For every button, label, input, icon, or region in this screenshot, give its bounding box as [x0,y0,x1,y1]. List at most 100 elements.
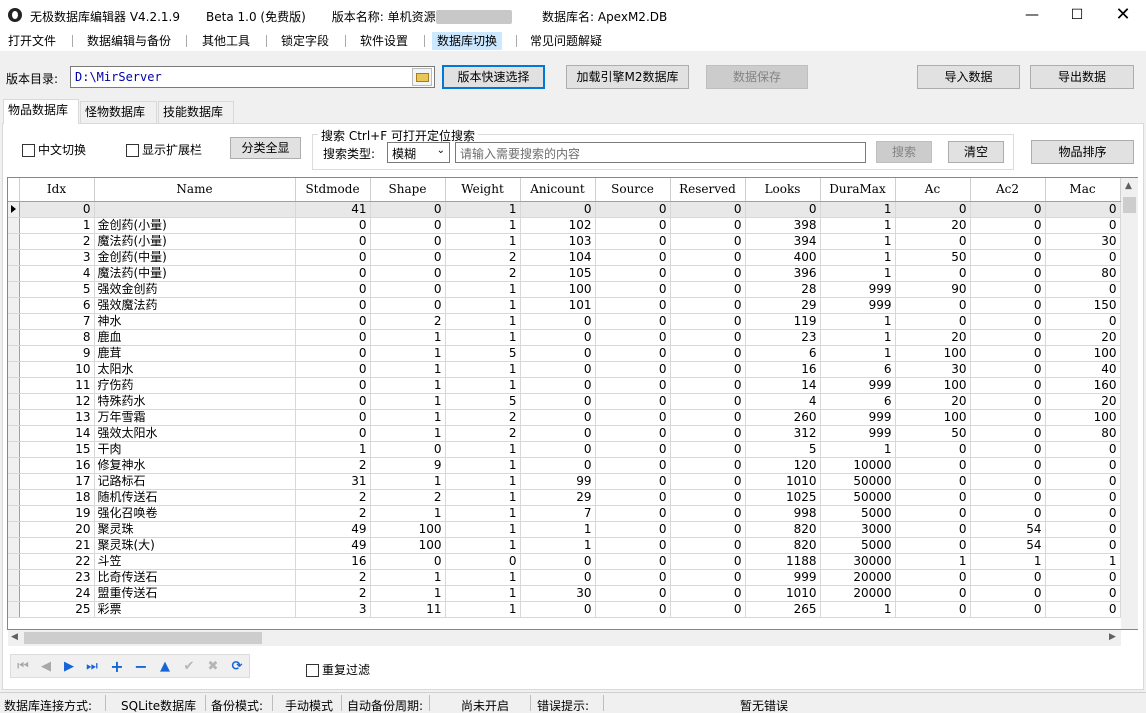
cell-source[interactable]: 0 [595,425,671,442]
cell-shape[interactable]: 1 [370,473,446,490]
menu-open-file[interactable]: 打开文件 [3,32,61,50]
cell-anicount[interactable]: 100 [520,281,596,298]
cell-looks[interactable]: 396 [745,265,821,282]
cell-looks[interactable]: 1025 [745,489,821,506]
cell-name[interactable]: 强效魔法药 [94,297,296,314]
col-ac2-header[interactable]: Ac2 [970,178,1046,202]
item-data-grid[interactable]: Idx Name Stdmode Shape Weight Anicount Source R… [7,177,1138,630]
table-row[interactable]: 20 聚灵珠 49 100 1 1 0 0 820 3000 0 54 0 [8,521,1121,538]
cell-reserved[interactable]: 0 [670,265,746,282]
cell-reserved[interactable]: 0 [670,345,746,362]
row-indicator[interactable] [8,345,20,362]
cell-source[interactable]: 0 [595,457,671,474]
cell-ac2[interactable]: 0 [970,569,1046,586]
cell-idx[interactable]: 12 [19,393,95,410]
cell-mac[interactable]: 0 [1045,249,1121,266]
cell-source[interactable]: 0 [595,569,671,586]
cell-weight[interactable]: 1 [445,313,521,330]
cell-mac[interactable]: 20 [1045,329,1121,346]
cell-looks[interactable]: 4 [745,393,821,410]
cell-idx[interactable]: 11 [19,377,95,394]
cell-shape[interactable]: 0 [370,265,446,282]
cell-ac2[interactable]: 0 [970,313,1046,330]
cell-duramax[interactable]: 30000 [820,553,896,570]
cell-ac2[interactable]: 0 [970,601,1046,618]
cell-anicount[interactable]: 0 [520,553,596,570]
row-indicator[interactable] [8,489,20,506]
cell-weight[interactable]: 1 [445,377,521,394]
table-row[interactable]: 4 魔法药(中量) 0 0 2 105 0 0 396 1 0 0 80 [8,265,1121,282]
cell-ac2[interactable]: 0 [970,425,1046,442]
close-button[interactable]: ✕ [1100,0,1146,31]
cell-weight[interactable]: 2 [445,425,521,442]
cell-stdmode[interactable]: 16 [295,553,371,570]
cell-weight[interactable]: 0 [445,553,521,570]
cell-source[interactable]: 0 [595,297,671,314]
cancel-edit-icon[interactable]: ✖ [202,657,224,677]
cell-ac2[interactable]: 0 [970,329,1046,346]
export-data-button[interactable]: 导出数据 [1030,65,1134,89]
load-engine-db-button[interactable]: 加载引擎M2数据库 [566,65,689,89]
cell-shape[interactable]: 0 [370,249,446,266]
cell-looks[interactable]: 820 [745,537,821,554]
col-duramax-header[interactable]: DuraMax [820,178,896,202]
cell-anicount[interactable]: 102 [520,217,596,234]
cell-name[interactable]: 随机传送石 [94,489,296,506]
cell-stdmode[interactable]: 0 [295,393,371,410]
search-input[interactable]: 请输入需要搜索的内容 [455,142,866,163]
cell-weight[interactable]: 1 [445,441,521,458]
cell-name[interactable]: 聚灵珠(大) [94,537,296,554]
vertical-scrollbar[interactable]: ▲ [1121,178,1138,629]
minimize-button[interactable]: — [1009,0,1055,31]
cell-ac2[interactable]: 54 [970,521,1046,538]
table-row[interactable]: 22 斗笠 16 0 0 0 0 0 1188 30000 1 1 1 [8,553,1121,570]
cell-source[interactable]: 0 [595,537,671,554]
cell-looks[interactable]: 119 [745,313,821,330]
cell-anicount[interactable]: 29 [520,489,596,506]
cell-ac[interactable]: 0 [895,505,971,522]
cell-mac[interactable]: 0 [1045,569,1121,586]
cell-ac2[interactable]: 0 [970,281,1046,298]
cell-idx[interactable]: 1 [19,217,95,234]
cell-source[interactable]: 0 [595,473,671,490]
cell-shape[interactable]: 11 [370,601,446,618]
table-row[interactable]: 13 万年雪霜 0 1 2 0 0 0 260 999 100 0 100 [8,409,1121,426]
cell-reserved[interactable]: 0 [670,521,746,538]
cell-stdmode[interactable]: 2 [295,585,371,602]
insert-record-icon[interactable]: + [106,657,128,677]
cell-ac[interactable]: 0 [895,585,971,602]
cell-mac[interactable]: 0 [1045,537,1121,554]
quick-select-button[interactable]: 版本快速选择 [442,65,545,89]
cell-weight[interactable]: 1 [445,489,521,506]
table-row[interactable]: 14 强效太阳水 0 1 2 0 0 0 312 999 50 0 80 [8,425,1121,442]
cell-idx[interactable]: 18 [19,489,95,506]
save-data-button[interactable]: 数据保存 [706,65,808,89]
col-name-header[interactable]: Name [94,178,296,202]
cell-ac[interactable]: 0 [895,297,971,314]
cell-ac2[interactable]: 0 [970,409,1046,426]
cell-duramax[interactable]: 1 [820,329,896,346]
cell-looks[interactable]: 28 [745,281,821,298]
tab-skill-database[interactable]: 技能数据库 [158,101,234,123]
cell-ac2[interactable]: 0 [970,297,1046,314]
row-indicator[interactable] [8,601,20,618]
cell-shape[interactable]: 0 [370,201,446,218]
cell-shape[interactable]: 1 [370,393,446,410]
edit-record-icon[interactable]: ▲ [154,657,176,677]
cell-duramax[interactable]: 1 [820,313,896,330]
cell-duramax[interactable]: 1 [820,217,896,234]
table-row[interactable]: 9 鹿茸 0 1 5 0 0 0 6 1 100 0 100 [8,345,1121,362]
cell-duramax[interactable]: 999 [820,425,896,442]
cell-weight[interactable]: 1 [445,361,521,378]
cell-reserved[interactable]: 0 [670,329,746,346]
cell-mac[interactable]: 0 [1045,601,1121,618]
col-reserved-header[interactable]: Reserved [670,178,746,202]
import-data-button[interactable]: 导入数据 [917,65,1020,89]
cell-stdmode[interactable]: 49 [295,521,371,538]
show-all-categories-button[interactable]: 分类全显 [230,137,301,159]
menu-other-tools[interactable]: 其他工具 [197,32,255,50]
cell-name[interactable]: 强效太阳水 [94,425,296,442]
cell-source[interactable]: 0 [595,329,671,346]
cell-name[interactable]: 魔法药(小量) [94,233,296,250]
cell-idx[interactable]: 8 [19,329,95,346]
